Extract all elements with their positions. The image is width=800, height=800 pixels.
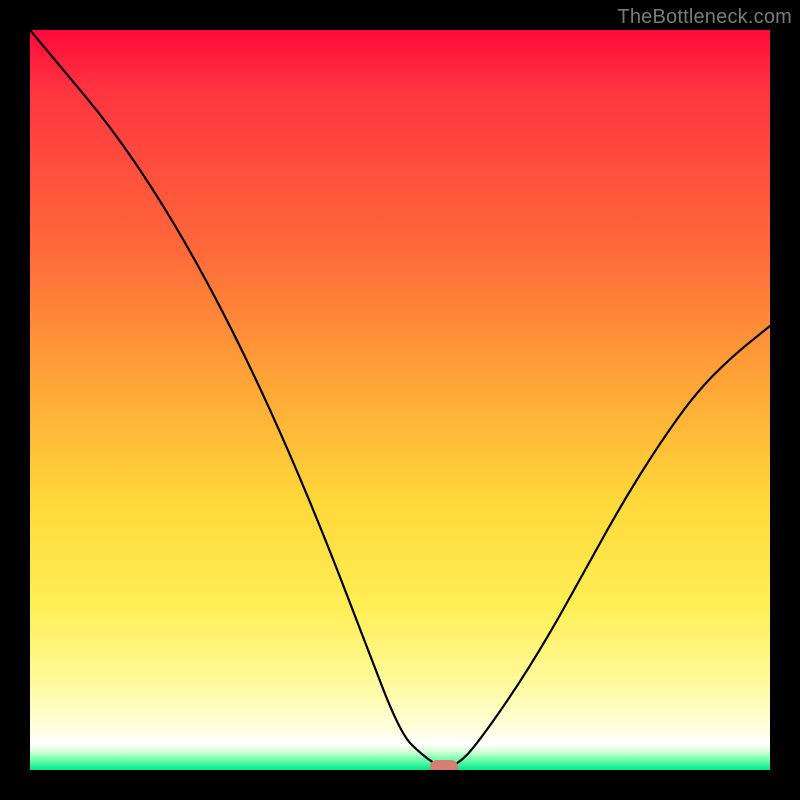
optimal-marker (430, 760, 458, 770)
chart-frame: TheBottleneck.com (0, 0, 800, 800)
bottleneck-curve (30, 30, 770, 770)
attribution-text: TheBottleneck.com (617, 6, 792, 29)
curve-path (30, 30, 770, 768)
plot-area (30, 30, 770, 770)
